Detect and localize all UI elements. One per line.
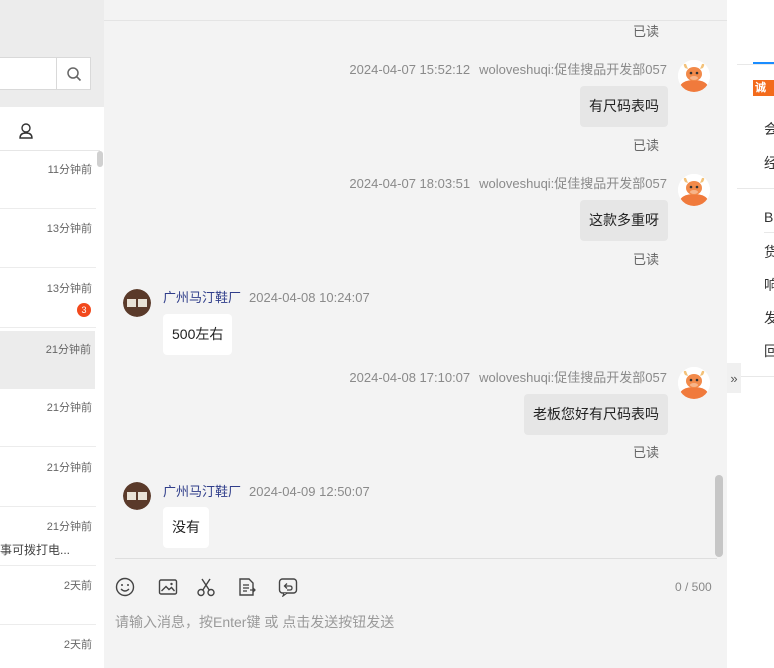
message-time: 2024-04-08 17:10:07	[349, 370, 471, 385]
conversation-item[interactable]: 21分钟前	[0, 449, 96, 507]
panel-divider	[764, 232, 774, 233]
message-bubble[interactable]: 没有	[163, 507, 209, 548]
collapse-panel-button[interactable]: »	[727, 363, 741, 393]
conversation-item[interactable]: 13分钟前	[0, 210, 96, 268]
image-button[interactable]	[157, 576, 179, 598]
panel-divider	[737, 188, 774, 189]
search-input[interactable]	[0, 57, 56, 90]
chat-scrollbar[interactable]	[715, 475, 723, 557]
read-status: 已读	[633, 24, 660, 39]
message-bubble[interactable]: 有尺码表吗	[580, 86, 668, 127]
avatar[interactable]	[123, 289, 151, 317]
message-meta: 2024-04-07 15:52:12 woloveshuqi:促佳搜品开发部05…	[349, 59, 667, 78]
document-icon	[239, 578, 256, 596]
return-button[interactable]	[277, 576, 299, 598]
shop-avatar-icon	[123, 289, 151, 317]
conversation-time: 2天前	[63, 580, 92, 592]
conversation-item[interactable]: 11分钟前	[0, 151, 96, 209]
message-meta: 2024-04-07 18:03:51 woloveshuqi:促佳搜品开发部05…	[349, 173, 667, 192]
document-button[interactable]	[236, 576, 258, 598]
read-status: 已读	[633, 252, 660, 267]
message-time: 2024-04-09 12:50:07	[249, 484, 370, 499]
conversation-time: 21分钟前	[45, 344, 91, 356]
cow-avatar-icon	[678, 60, 710, 92]
panel-item: 发	[764, 310, 774, 326]
panel-divider	[737, 376, 774, 377]
conversation-time: 13分钟前	[46, 223, 92, 235]
double-chevron-right-icon: »	[730, 370, 738, 386]
emoji-icon	[115, 577, 135, 597]
message-sender[interactable]: 广州马汀鞋厂	[163, 290, 241, 305]
scissors-icon	[197, 578, 215, 597]
emoji-button[interactable]	[114, 576, 136, 598]
conversation-snippet: 事可拨打电...	[0, 543, 71, 557]
avatar[interactable]	[678, 367, 710, 399]
shop-avatar-icon	[123, 482, 151, 510]
brand-badge: 诚信	[753, 80, 774, 110]
read-status: 已读	[633, 445, 660, 460]
conversation-item[interactable]: 13分钟前 3	[0, 270, 96, 328]
message-meta: 广州马汀鞋厂 2024-04-08 10:24:07	[163, 287, 370, 306]
panel-divider	[737, 64, 774, 65]
message-time: 2024-04-07 15:52:12	[349, 62, 471, 77]
info-panel: 诚信 会 经 B 货 响 发 回 »	[727, 0, 774, 668]
character-counter: 0 / 500	[675, 580, 712, 594]
conversation-time: 21分钟前	[46, 402, 92, 414]
conversation-time: 13分钟前	[46, 283, 92, 295]
chat-panel: 已读 2024-04-07 15:52:12 woloveshuqi:促佳搜品开发…	[104, 0, 727, 668]
conversation-item[interactable]: 2天前	[0, 626, 96, 668]
message-meta: 广州马汀鞋厂 2024-04-09 12:50:07	[163, 481, 370, 500]
cow-avatar-icon	[678, 174, 710, 206]
avatar[interactable]	[678, 174, 710, 206]
message-sender: woloveshuqi:促佳搜品开发部057	[479, 370, 667, 385]
message-input[interactable]	[115, 608, 705, 636]
conversation-item[interactable]: 21分钟前	[0, 389, 96, 447]
contact-icon	[19, 123, 33, 139]
panel-item: 响	[764, 277, 774, 293]
cow-avatar-icon	[678, 367, 710, 399]
sidebar-scrollbar[interactable]	[97, 151, 103, 167]
message-bubble[interactable]: 500左右	[163, 314, 233, 355]
avatar[interactable]	[678, 60, 710, 92]
message-bubble[interactable]: 老板您好有尺码表吗	[524, 394, 668, 435]
search-icon	[66, 66, 81, 81]
image-icon	[158, 579, 178, 595]
message-time: 2024-04-08 10:24:07	[249, 290, 370, 305]
avatar[interactable]	[123, 482, 151, 510]
conversation-sidebar: 11分钟前 13分钟前 13分钟前 3 21分钟前 21分钟前 21分钟前 21…	[0, 0, 104, 668]
return-icon	[278, 578, 298, 597]
message-sender: woloveshuqi:促佳搜品开发部057	[479, 62, 667, 77]
input-divider	[115, 558, 717, 559]
screenshot-button[interactable]	[195, 576, 217, 598]
panel-item: 回	[764, 343, 774, 359]
panel-item: 货	[764, 244, 774, 260]
unread-badge: 3	[77, 303, 91, 317]
conversation-time: 21分钟前	[46, 521, 92, 533]
conversation-item[interactable]: 2天前	[0, 567, 96, 625]
message-bubble[interactable]: 这款多重呀	[580, 200, 668, 241]
message-sender: woloveshuqi:促佳搜品开发部057	[479, 176, 667, 191]
conversation-time: 21分钟前	[46, 462, 92, 474]
conversation-time: 11分钟前	[47, 164, 92, 176]
search-button[interactable]	[56, 57, 91, 90]
contacts-tab[interactable]	[16, 121, 36, 141]
sidebar-header	[0, 0, 104, 107]
message-time: 2024-04-07 18:03:51	[349, 176, 471, 191]
panel-item: 经	[764, 155, 774, 171]
message-sender[interactable]: 广州马汀鞋厂	[163, 484, 241, 499]
panel-item: B	[764, 209, 774, 225]
conversation-item[interactable]: 21分钟前 事可拨打电...	[0, 508, 96, 566]
conversation-time: 2天前	[63, 639, 92, 651]
panel-item: 会	[764, 121, 774, 137]
read-status: 已读	[633, 138, 660, 153]
conversation-item-active[interactable]: 21分钟前	[0, 331, 95, 389]
message-meta: 2024-04-08 17:10:07 woloveshuqi:促佳搜品开发部05…	[349, 367, 667, 386]
